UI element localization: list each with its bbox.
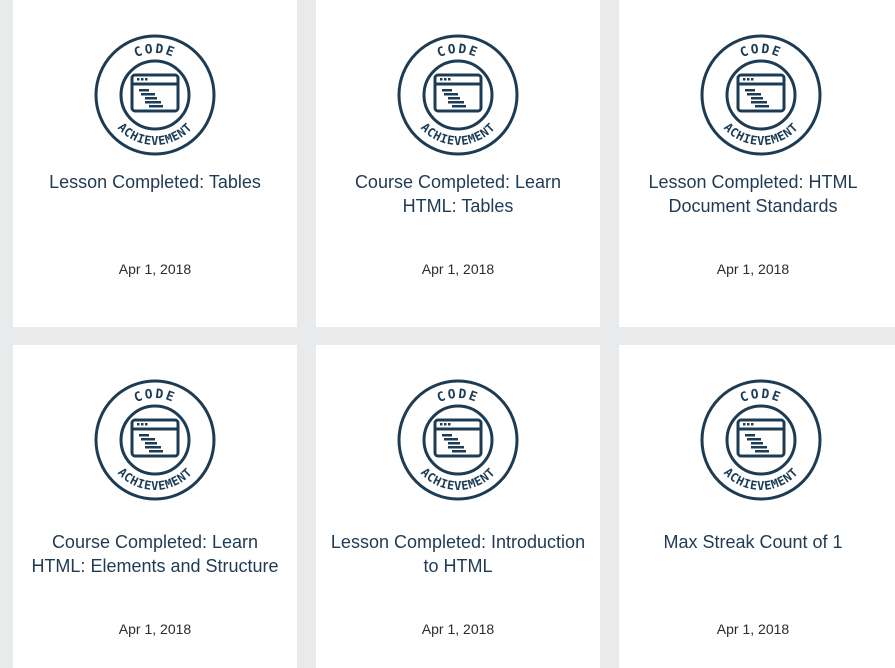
badge-bottom-word: ACHIEVEMENT xyxy=(418,465,498,493)
achievement-card[interactable]: CODE ACHIEVEMENT Max Streak Count of 1 Ap… xyxy=(619,345,895,668)
code-achievement-badge-icon: CODE ACHIEVEMENT xyxy=(396,33,520,157)
badge-svg: CODE ACHIEVEMENT xyxy=(397,379,519,501)
achievement-date: Apr 1, 2018 xyxy=(118,261,192,277)
badge-top-word: CODE xyxy=(738,42,784,61)
code-line xyxy=(141,438,155,441)
code-line xyxy=(452,105,466,108)
code-line xyxy=(755,450,769,453)
achievement-date: Apr 1, 2018 xyxy=(716,621,790,637)
badge-svg: CODE ACHIEVEMENT xyxy=(700,34,822,156)
achievement-title: Lesson Completed: Introduction to HTML xyxy=(330,532,586,576)
code-line xyxy=(751,97,763,100)
code-achievement-badge-icon: CODE ACHIEVEMENT xyxy=(93,33,217,157)
achievement-title: Course Completed: Learn HTML: Tables xyxy=(354,172,562,216)
code-line xyxy=(139,434,149,437)
code-line xyxy=(442,89,452,92)
window-dot xyxy=(145,78,148,81)
badge-bottom-word: ACHIEVEMENT xyxy=(418,120,498,148)
achievements-grid: CODE ACHIEVEMENT Lesson Completed: Tables… xyxy=(0,0,895,668)
window-dot xyxy=(743,78,746,81)
achievement-title: Lesson Completed: HTML Document Standard… xyxy=(648,172,858,216)
code-line xyxy=(448,442,460,445)
achievement-date: Apr 1, 2018 xyxy=(118,621,192,637)
window-dot xyxy=(751,78,754,81)
code-line xyxy=(747,93,761,96)
window-dot xyxy=(448,423,451,426)
badge-top-word: CODE xyxy=(132,387,178,406)
code-line xyxy=(141,93,155,96)
code-line xyxy=(145,442,157,445)
badge-svg: CODE ACHIEVEMENT xyxy=(94,34,216,156)
window-dot xyxy=(444,78,447,81)
window-dot xyxy=(743,423,746,426)
achievement-card[interactable]: CODE ACHIEVEMENT Lesson Completed: Tables… xyxy=(13,0,297,327)
achievement-date: Apr 1, 2018 xyxy=(421,261,495,277)
code-line xyxy=(149,450,163,453)
code-line xyxy=(751,442,763,445)
window-dot xyxy=(747,78,750,81)
badge-bottom-word: ACHIEVEMENT xyxy=(115,120,195,148)
code-line xyxy=(139,89,149,92)
code-line xyxy=(747,438,761,441)
code-achievement-badge-icon: CODE ACHIEVEMENT xyxy=(699,33,823,157)
achievement-card[interactable]: CODE ACHIEVEMENT Lesson Completed: Introd… xyxy=(316,345,600,668)
code-line xyxy=(442,434,452,437)
badge-svg: CODE ACHIEVEMENT xyxy=(700,379,822,501)
window-dot xyxy=(747,423,750,426)
badge-svg: CODE ACHIEVEMENT xyxy=(397,34,519,156)
code-line xyxy=(745,89,755,92)
badge-bottom-word: ACHIEVEMENT xyxy=(721,465,801,493)
achievement-card[interactable]: CODE ACHIEVEMENT Course Completed: Learn … xyxy=(13,345,297,668)
achievement-title: Max Streak Count of 1 xyxy=(663,532,843,552)
badge-bottom-word: ACHIEVEMENT xyxy=(721,120,801,148)
badge-top-word: CODE xyxy=(738,387,784,406)
code-line xyxy=(751,446,767,449)
window-dot xyxy=(440,423,443,426)
code-line xyxy=(145,97,157,100)
badge-top-word: CODE xyxy=(132,42,178,61)
window-dot xyxy=(444,423,447,426)
code-achievement-badge-icon: CODE ACHIEVEMENT xyxy=(93,378,217,502)
achievement-title: Lesson Completed: Tables xyxy=(49,172,261,192)
code-line xyxy=(751,101,767,104)
code-achievement-badge-icon: CODE ACHIEVEMENT xyxy=(396,378,520,502)
window-dot xyxy=(440,78,443,81)
code-line xyxy=(755,105,769,108)
achievement-date: Apr 1, 2018 xyxy=(716,261,790,277)
badge-top-word: CODE xyxy=(435,387,481,406)
achievement-date: Apr 1, 2018 xyxy=(421,621,495,637)
code-line xyxy=(448,101,464,104)
window-dot xyxy=(751,423,754,426)
badge-svg: CODE ACHIEVEMENT xyxy=(94,379,216,501)
code-line xyxy=(444,93,458,96)
code-line xyxy=(444,438,458,441)
code-line xyxy=(149,105,163,108)
code-achievement-badge-icon: CODE ACHIEVEMENT xyxy=(699,378,823,502)
code-line xyxy=(452,450,466,453)
code-line xyxy=(448,97,460,100)
window-dot xyxy=(145,423,148,426)
code-line xyxy=(145,101,161,104)
code-line xyxy=(145,446,161,449)
window-dot xyxy=(141,423,144,426)
window-dot xyxy=(141,78,144,81)
achievement-card[interactable]: CODE ACHIEVEMENT Course Completed: Learn … xyxy=(316,0,600,327)
window-dot xyxy=(448,78,451,81)
achievement-card[interactable]: CODE ACHIEVEMENT Lesson Completed: HTML D… xyxy=(619,0,895,327)
achievement-title: Course Completed: Learn HTML: Elements a… xyxy=(31,532,279,576)
badge-bottom-word: ACHIEVEMENT xyxy=(115,465,195,493)
code-line xyxy=(745,434,755,437)
badge-top-word: CODE xyxy=(435,42,481,61)
code-line xyxy=(448,446,464,449)
window-dot xyxy=(137,423,140,426)
window-dot xyxy=(137,78,140,81)
